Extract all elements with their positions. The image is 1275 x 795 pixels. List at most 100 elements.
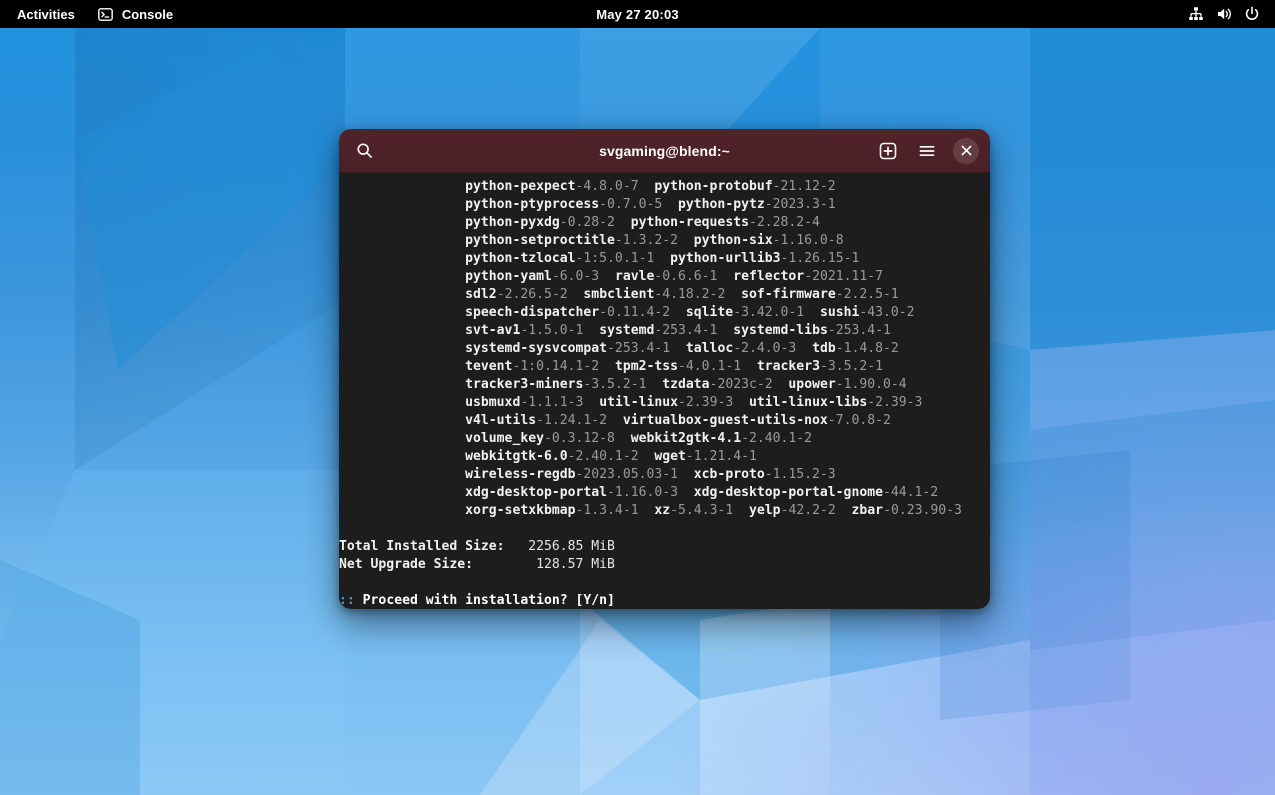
package-version: -3.5.2-1 [583,377,646,392]
package-name: python-pexpect [465,179,575,194]
package-line: python-pexpect-4.8.0-7 python-protobuf-2… [339,178,990,196]
package-version: -1:5.0.1-1 [576,251,655,266]
package-line: webkitgtk-6.0-2.40.1-2 wget-1.21.4-1 [339,448,990,466]
package-version: -2021.11-7 [804,269,883,284]
terminal-window[interactable]: svgaming@blend:~ [339,129,990,609]
package-version: -2023c-2 [710,377,773,392]
hamburger-menu-icon[interactable] [914,138,940,164]
package-version: -1.5.0-1 [520,323,583,338]
package-name: virtualbox-guest-utils-nox [623,413,828,428]
package-name: volume_key [465,431,544,446]
package-version: -0.7.0-5 [599,197,662,212]
package-name: sdl2 [465,287,497,302]
package-name: systemd-sysvcompat [465,341,607,356]
package-name: tevent [465,359,512,374]
package-line: python-setproctitle-1.3.2-2 python-six-1… [339,232,990,250]
package-line: python-pyxdg-0.28-2 python-requests-2.28… [339,214,990,232]
package-name: xcb-proto [694,467,765,482]
package-name: sqlite [686,305,733,320]
package-name: yelp [749,503,781,518]
package-version: -2.28.2-4 [749,215,820,230]
prompt-line[interactable]: :: Proceed with installation? [Y/n] [339,592,990,609]
package-line: volume_key-0.3.12-8 webkit2gtk-4.1-2.40.… [339,430,990,448]
package-name: systemd-libs [733,323,828,338]
package-name: xdg-desktop-portal-gnome [694,485,883,500]
package-line: sdl2-2.26.5-2 smbclient-4.18.2-2 sof-fir… [339,286,990,304]
package-name: python-six [694,233,773,248]
package-version: -42.2-2 [781,503,836,518]
package-version: -2.40.1-2 [741,431,812,446]
package-version: -2.39-3 [867,395,922,410]
package-name: python-tzlocal [465,251,575,266]
terminal-titlebar[interactable]: svgaming@blend:~ [339,129,990,173]
package-version: -21.12-2 [773,179,836,194]
package-line: tracker3-miners-3.5.2-1 tzdata-2023c-2 u… [339,376,990,394]
package-version: -2.39-3 [678,395,733,410]
activities-label: Activities [17,7,75,22]
package-version: -3.42.0-1 [733,305,804,320]
package-version: -253.4-1 [828,323,891,338]
package-version: -6.0-3 [552,269,599,284]
package-version: -2.26.5-2 [497,287,568,302]
app-menu-console[interactable]: Console [88,0,182,28]
package-name: v4l-utils [465,413,536,428]
package-name: usbmuxd [465,395,520,410]
package-name: python-pytz [678,197,765,212]
package-name: tracker3-miners [465,377,583,392]
package-name: webkit2gtk-4.1 [631,431,741,446]
terminal-output-area[interactable]: python-pexpect-4.8.0-7 python-protobuf-2… [339,173,990,609]
power-icon[interactable] [1243,5,1261,23]
package-name: python-urllib3 [670,251,780,266]
prompt-prefix: :: [339,593,355,608]
package-line: xdg-desktop-portal-1.16.0-3 xdg-desktop-… [339,484,990,502]
desktop: Activities Console May 27 20:03 [0,0,1275,795]
summary-label: Net Upgrade Size: [339,557,528,572]
package-version: -2.2.5-1 [836,287,899,302]
package-name: systemd [599,323,654,338]
package-name: svt-av1 [465,323,520,338]
package-name: util-linux-libs [749,395,867,410]
search-icon[interactable] [351,138,377,164]
package-version: -5.4.3-1 [670,503,733,518]
package-version: -4.0.1-1 [678,359,741,374]
package-line: usbmuxd-1.1.1-3 util-linux-2.39-3 util-l… [339,394,990,412]
package-name: ravle [615,269,654,284]
package-name: sushi [820,305,859,320]
package-line: speech-dispatcher-0.11.4-2 sqlite-3.42.0… [339,304,990,322]
package-version: -1.26.15-1 [781,251,860,266]
package-name: sof-firmware [741,287,836,302]
package-version: -1.3.2-2 [615,233,678,248]
package-name: tracker3 [757,359,820,374]
close-icon[interactable] [953,138,979,164]
package-version: -0.23.90-3 [883,503,962,518]
new-tab-icon[interactable] [875,138,901,164]
package-name: reflector [733,269,804,284]
package-version: -1.16.0-8 [773,233,844,248]
activities-button[interactable]: Activities [8,0,84,28]
network-wired-icon[interactable] [1187,5,1205,23]
package-line: wireless-regdb-2023.05.03-1 xcb-proto-1.… [339,466,990,484]
package-version: -1.16.0-3 [607,485,678,500]
package-name: xorg-setxkbmap [465,503,575,518]
summary-line: Net Upgrade Size: 128.57 MiB [339,556,990,574]
package-version: -4.18.2-2 [654,287,725,302]
package-version: -7.0.8-2 [828,413,891,428]
package-name: tdb [812,341,836,356]
clock-label[interactable]: May 27 20:03 [596,7,679,22]
package-version: -4.8.0-7 [576,179,639,194]
package-version: -1.90.0-4 [836,377,907,392]
package-version: -2023.3-1 [765,197,836,212]
package-version: -1.1.1-3 [520,395,583,410]
terminal-icon [97,5,115,23]
package-version: -1.21.4-1 [686,449,757,464]
terminal-text: python-pexpect-4.8.0-7 python-protobuf-2… [339,173,990,609]
package-name: upower [788,377,835,392]
package-name: util-linux [599,395,678,410]
package-name: talloc [686,341,733,356]
package-version: -0.11.4-2 [599,305,670,320]
blank-line [339,574,990,592]
package-line: python-ptyprocess-0.7.0-5 python-pytz-20… [339,196,990,214]
prompt-question: Proceed with installation? [Y/n] [355,593,615,608]
volume-icon[interactable] [1215,5,1233,23]
system-status-area[interactable] [1187,0,1275,28]
